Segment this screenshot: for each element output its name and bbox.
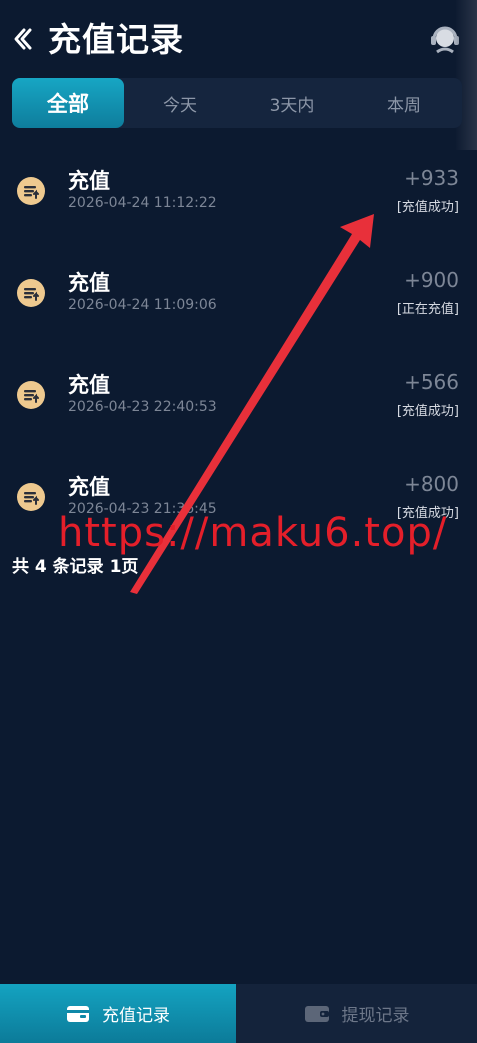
tab-all[interactable]: 全部	[12, 78, 124, 128]
record-title: 充值	[68, 475, 110, 499]
filter-tabs: 全部 今天 3天内 本周	[12, 78, 462, 128]
record-amount: +900	[404, 268, 459, 292]
bottom-nav: 充值记录 提现记录	[0, 984, 477, 1043]
recharge-icon	[17, 381, 45, 409]
tab-label: 充值记录	[102, 1006, 170, 1026]
watermark-url: https://maku6.top/	[58, 510, 448, 556]
record-amount: +566	[404, 370, 459, 394]
list-item[interactable]: 充值 2026-04-23 22:40:53 +566 [充值成功]	[0, 352, 477, 454]
record-status: [充值成功]	[396, 404, 459, 419]
recharge-icon	[17, 279, 45, 307]
recharge-records-page: 充值记录 全部 今天 3天内 本周 充值 2026-04-24 11:12:22…	[0, 0, 477, 1043]
record-time: 2026-04-24 11:12:22	[68, 195, 217, 211]
wallet-icon	[304, 1005, 329, 1022]
recharge-icon	[17, 177, 45, 205]
record-amount: +800	[404, 472, 459, 496]
record-amount: +933	[404, 166, 459, 190]
record-status: [充值成功]	[396, 200, 459, 215]
tab-withdraw-records[interactable]: 提现记录	[236, 984, 477, 1043]
tab-3-days[interactable]: 3天内	[236, 78, 348, 128]
tab-this-week[interactable]: 本周	[348, 78, 460, 128]
record-time: 2026-04-23 22:40:53	[68, 399, 217, 415]
list-item[interactable]: 充值 2026-04-24 11:12:22 +933 [充值成功]	[0, 148, 477, 250]
record-title: 充值	[68, 373, 110, 397]
record-title: 充值	[68, 271, 110, 295]
page-title: 充值记录	[48, 20, 184, 59]
tab-label: 提现记录	[341, 1006, 410, 1026]
record-title: 充值	[68, 169, 110, 193]
record-status: [正在充值]	[396, 302, 459, 317]
record-time: 2026-04-24 11:09:06	[68, 297, 217, 313]
recharge-icon	[17, 483, 45, 511]
list-item[interactable]: 充值 2026-04-24 11:09:06 +900 [正在充值]	[0, 250, 477, 352]
chevron-left-icon	[14, 28, 32, 50]
tab-today[interactable]: 今天	[124, 78, 236, 128]
record-list: 充值 2026-04-24 11:12:22 +933 [充值成功] 充值 20…	[0, 148, 477, 556]
back-button[interactable]	[10, 24, 34, 54]
tab-recharge-records[interactable]: 充值记录	[0, 984, 236, 1043]
header: 充值记录	[0, 0, 477, 78]
wallet-card-icon	[67, 1005, 89, 1022]
pagination-summary: 共 4 条记录 1页	[12, 557, 139, 577]
